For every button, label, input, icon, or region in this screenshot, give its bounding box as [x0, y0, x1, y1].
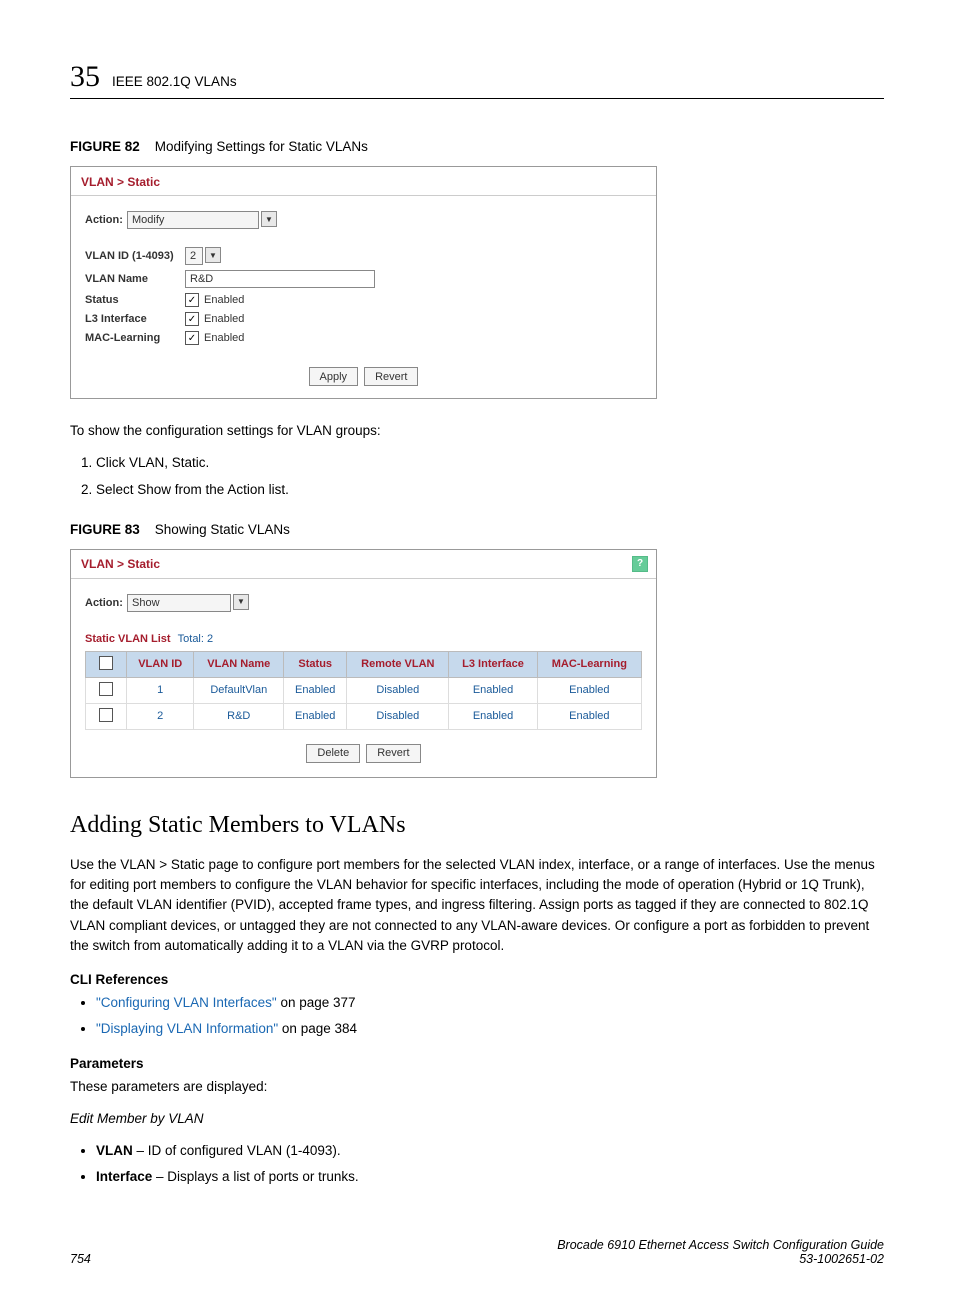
cli-link[interactable]: "Configuring VLAN Interfaces"	[96, 995, 277, 1010]
dropdown-arrow-icon[interactable]: ▼	[261, 211, 277, 227]
vlan-table: VLAN ID VLAN Name Status Remote VLAN L3 …	[85, 651, 642, 730]
figure83-label: FIGURE 83	[70, 522, 140, 537]
chapter-number: 35	[70, 60, 100, 94]
vlan-id-label: VLAN ID (1-4093)	[85, 250, 185, 262]
figure83-screenshot: VLAN > Static ? Action: Show ▼ Static VL…	[70, 549, 657, 778]
col-remote: Remote VLAN	[347, 651, 449, 677]
cell-status: Enabled	[284, 703, 347, 729]
col-l3: L3 Interface	[449, 651, 537, 677]
dropdown-arrow-icon[interactable]: ▼	[205, 247, 221, 263]
section-title: Adding Static Members to VLANs	[70, 812, 884, 839]
params-heading: Parameters	[70, 1056, 884, 1071]
vlan-name-input[interactable]: R&D	[185, 270, 375, 288]
figure83-caption: FIGURE 83 Showing Static VLANs	[70, 522, 884, 537]
page-header: 35 IEEE 802.1Q VLANs	[70, 60, 884, 99]
col-vlanname: VLAN Name	[194, 651, 284, 677]
list-item: VLAN – ID of configured VLAN (1-4093).	[96, 1141, 884, 1161]
select-all-checkbox[interactable]	[99, 656, 113, 670]
cell-remote: Disabled	[347, 703, 449, 729]
section-paragraph: Use the VLAN > Static page to configure …	[70, 855, 884, 956]
param-desc: – Displays a list of ports or trunks.	[152, 1169, 358, 1184]
action-select[interactable]: Modify	[127, 211, 259, 229]
cli-suffix: on page 377	[277, 995, 356, 1010]
vlan-name-label: VLAN Name	[85, 273, 185, 285]
cell-status: Enabled	[284, 677, 347, 703]
doc-number: 53-1002651-02	[557, 1252, 884, 1266]
cell-mac: Enabled	[537, 703, 641, 729]
cli-link[interactable]: "Displaying VLAN Information"	[96, 1021, 278, 1036]
params-subhead: Edit Member by VLAN	[70, 1109, 884, 1129]
param-term: Interface	[96, 1169, 152, 1184]
figure82-screenshot: VLAN > Static Action: Modify ▼ VLAN ID (…	[70, 166, 657, 399]
col-vlanid: VLAN ID	[127, 651, 194, 677]
list-item: Interface – Displays a list of ports or …	[96, 1167, 884, 1187]
cli-heading: CLI References	[70, 972, 884, 987]
page-footer: 754 Brocade 6910 Ethernet Access Switch …	[70, 1238, 884, 1266]
cell-vlanid: 2	[127, 703, 194, 729]
status-checkbox[interactable]: ✓	[185, 293, 199, 307]
col-mac: MAC-Learning	[537, 651, 641, 677]
mac-label: MAC-Learning	[85, 332, 185, 344]
delete-button[interactable]: Delete	[306, 744, 360, 763]
table-row: 2 R&D Enabled Disabled Enabled Enabled	[86, 703, 642, 729]
breadcrumb: VLAN > Static	[81, 557, 160, 571]
list-label: Static VLAN List Total: 2	[85, 633, 642, 645]
step-item: Click VLAN, Static.	[96, 453, 884, 473]
figure82-label: FIGURE 82	[70, 139, 140, 154]
l3-enabled-text: Enabled	[204, 313, 244, 325]
figure83-caption-text: Showing Static VLANs	[155, 522, 290, 537]
step-item: Select Show from the Action list.	[96, 480, 884, 500]
l3-label: L3 Interface	[85, 313, 185, 325]
action-label: Action:	[85, 597, 127, 609]
list-total: Total: 2	[178, 633, 213, 645]
mac-enabled-text: Enabled	[204, 332, 244, 344]
row-checkbox[interactable]	[99, 682, 113, 696]
col-status: Status	[284, 651, 347, 677]
cell-remote: Disabled	[347, 677, 449, 703]
param-desc: – ID of configured VLAN (1-4093).	[133, 1143, 341, 1158]
cli-suffix: on page 384	[278, 1021, 357, 1036]
revert-button[interactable]: Revert	[364, 367, 418, 386]
status-label: Status	[85, 294, 185, 306]
help-icon[interactable]: ?	[632, 556, 648, 572]
action-label: Action:	[85, 214, 127, 226]
apply-button[interactable]: Apply	[309, 367, 359, 386]
params-list: VLAN – ID of configured VLAN (1-4093). I…	[70, 1141, 884, 1188]
cell-vlanname: R&D	[194, 703, 284, 729]
dropdown-arrow-icon[interactable]: ▼	[233, 594, 249, 610]
row-checkbox[interactable]	[99, 708, 113, 722]
status-enabled-text: Enabled	[204, 294, 244, 306]
params-intro: These parameters are displayed:	[70, 1077, 884, 1097]
action-select[interactable]: Show	[127, 594, 231, 612]
steps-list: Click VLAN, Static. Select Show from the…	[70, 453, 884, 500]
cell-vlanname: DefaultVlan	[194, 677, 284, 703]
page-number: 754	[70, 1252, 91, 1266]
cell-mac: Enabled	[537, 677, 641, 703]
intro-text: To show the configuration settings for V…	[70, 421, 884, 441]
breadcrumb: VLAN > Static	[71, 167, 656, 196]
cell-l3: Enabled	[449, 703, 537, 729]
mac-checkbox[interactable]: ✓	[185, 331, 199, 345]
list-item: "Displaying VLAN Information" on page 38…	[96, 1019, 884, 1039]
l3-checkbox[interactable]: ✓	[185, 312, 199, 326]
table-row: 1 DefaultVlan Enabled Disabled Enabled E…	[86, 677, 642, 703]
doc-title: Brocade 6910 Ethernet Access Switch Conf…	[557, 1238, 884, 1252]
running-title: IEEE 802.1Q VLANs	[112, 74, 237, 89]
figure82-caption-text: Modifying Settings for Static VLANs	[155, 139, 368, 154]
cell-l3: Enabled	[449, 677, 537, 703]
cli-refs-list: "Configuring VLAN Interfaces" on page 37…	[70, 993, 884, 1040]
list-item: "Configuring VLAN Interfaces" on page 37…	[96, 993, 884, 1013]
revert-button[interactable]: Revert	[366, 744, 420, 763]
cell-vlanid: 1	[127, 677, 194, 703]
figure82-caption: FIGURE 82 Modifying Settings for Static …	[70, 139, 884, 154]
vlan-id-select[interactable]: 2	[185, 247, 203, 265]
param-term: VLAN	[96, 1143, 133, 1158]
